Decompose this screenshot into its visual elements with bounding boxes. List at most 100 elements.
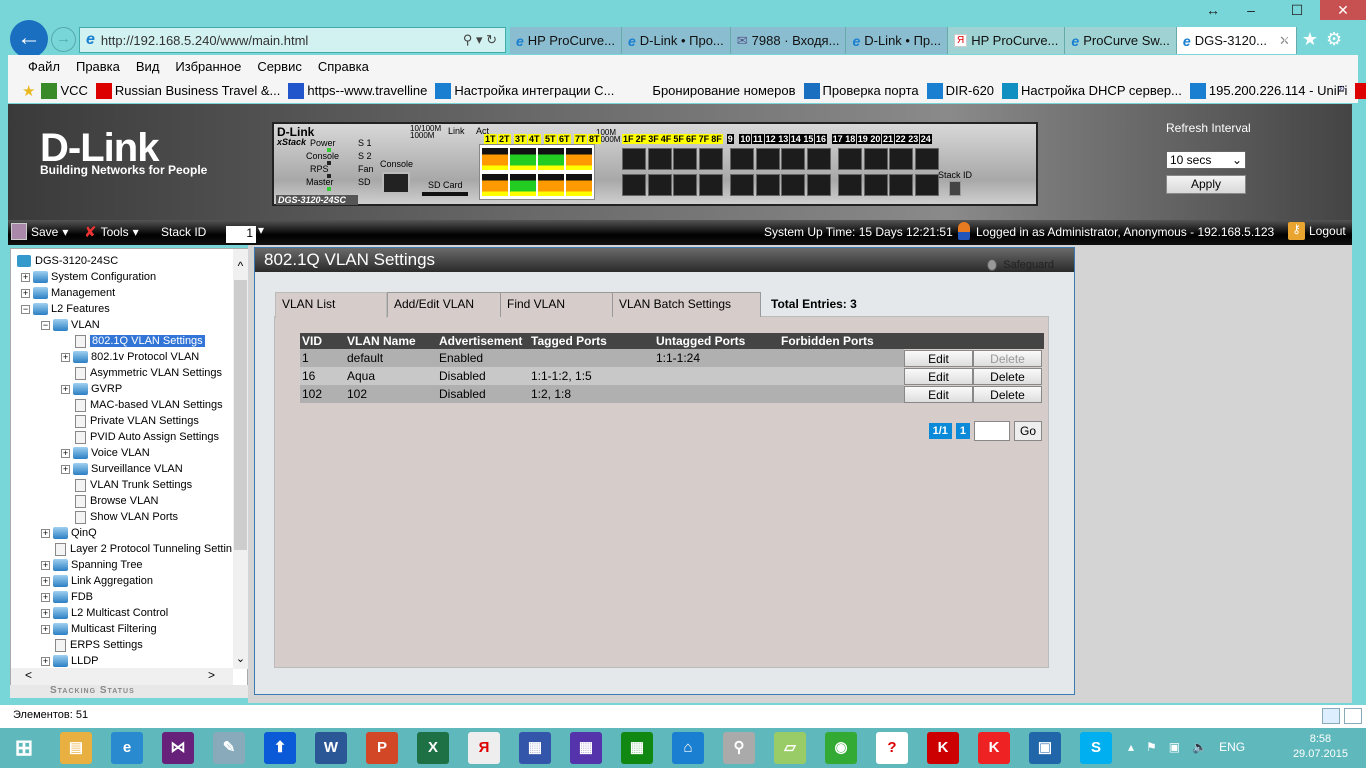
favorites-star-icon[interactable]: ★ — [22, 82, 35, 100]
tree-item[interactable]: Show VLAN Ports — [73, 509, 178, 525]
tree-item[interactable]: Multicast Filtering — [53, 621, 157, 637]
tree-expander-icon[interactable]: + — [41, 577, 50, 586]
tree-expander-icon[interactable]: + — [61, 449, 70, 458]
start-button[interactable]: ⊞ — [8, 732, 40, 764]
tree-item[interactable]: Spanning Tree — [53, 557, 143, 573]
kaspersky-2-taskbar-icon[interactable]: K — [978, 732, 1010, 764]
apply-button[interactable]: Apply — [1166, 175, 1246, 194]
menu-item[interactable]: Сервис — [257, 59, 302, 74]
scroll-right-arrow[interactable]: > — [208, 668, 215, 682]
menu-item[interactable]: Правка — [76, 59, 120, 74]
remote-taskbar-icon[interactable]: ▦ — [519, 732, 551, 764]
tree-expander-icon[interactable]: + — [41, 529, 50, 538]
favorite-link[interactable]: Настройка интеграции С... — [435, 82, 614, 99]
tree-item[interactable]: FDB — [53, 589, 93, 605]
calendar-taskbar-icon[interactable]: ▦ — [570, 732, 602, 764]
tab-find-vlan[interactable]: Find VLAN — [500, 292, 613, 317]
tree-item[interactable]: Browse VLAN — [73, 493, 158, 509]
tree-expander-icon[interactable]: + — [41, 625, 50, 634]
menu-item[interactable]: Справка — [318, 59, 369, 74]
network-icon[interactable]: ▣ — [1169, 740, 1180, 754]
tree-expander-icon[interactable]: + — [61, 465, 70, 474]
tree-expander-icon[interactable]: + — [21, 289, 30, 298]
word-taskbar-icon[interactable]: W — [315, 732, 347, 764]
favorite-link[interactable]: Проверка порта — [803, 82, 919, 99]
menu-item[interactable]: Избранное — [175, 59, 241, 74]
language-indicator[interactable]: ENG — [1219, 740, 1245, 754]
stack-id-dropdown-icon[interactable]: ▾ — [258, 223, 264, 237]
refresh-interval-select[interactable]: 10 secs ⌄ — [1166, 151, 1246, 169]
excel-taskbar-icon[interactable]: X — [417, 732, 449, 764]
kaspersky-taskbar-icon[interactable]: K — [927, 732, 959, 764]
tree-item[interactable]: ERPS Settings — [53, 637, 143, 653]
tree-item[interactable]: L2 Multicast Control — [53, 605, 168, 621]
favorite-link[interactable]: Бронирование номеров — [652, 83, 795, 98]
close-button[interactable]: ✕ — [1320, 0, 1366, 20]
search-refresh-icons[interactable]: ⚲ ▾ ↻ — [463, 32, 497, 48]
explorer-taskbar-icon[interactable]: ▤ — [60, 732, 92, 764]
edit-button[interactable]: Edit — [904, 385, 973, 403]
tree-item[interactable]: 802.1v Protocol VLAN — [73, 349, 199, 365]
tab-add-edit-vlan[interactable]: Add/Edit VLAN — [387, 292, 501, 317]
scroll-up-arrow[interactable]: ^ — [233, 259, 248, 273]
skype-taskbar-icon[interactable]: S — [1080, 732, 1112, 764]
favorite-link[interactable]: VCC — [41, 82, 88, 99]
tree-expander-icon[interactable]: + — [61, 385, 70, 394]
save-menu[interactable]: Save ▾ — [11, 223, 68, 240]
favorite-link[interactable]: 195.200.226.114 - UniFi — [1189, 82, 1347, 99]
tree-item[interactable]: QinQ — [53, 525, 97, 541]
tools-menu[interactable]: ✘ Tools ▾ — [84, 223, 139, 241]
calculator-taskbar-icon[interactable]: ▦ — [621, 732, 653, 764]
search-tool-taskbar-icon[interactable]: ⚲ — [723, 732, 755, 764]
favorite-link[interactable]: Настройка DHCP сервер... — [1002, 82, 1182, 99]
tree-item[interactable]: Layer 2 Protocol Tunneling Settin — [53, 541, 232, 557]
browser-tab[interactable]: Я HP ProCurve... — [947, 27, 1066, 54]
tree-expander-icon[interactable]: + — [21, 273, 30, 282]
stack-id-input[interactable]: 1 — [226, 226, 256, 243]
tree-expander-icon[interactable]: + — [41, 657, 50, 666]
tree-expander-icon[interactable]: − — [41, 321, 50, 330]
browser-tab[interactable]: ✉ 7988 · Входя... — [730, 27, 847, 54]
edit-button[interactable]: Edit — [904, 367, 973, 385]
tree-expander-icon[interactable]: + — [61, 353, 70, 362]
scroll-left-arrow[interactable]: < — [25, 668, 32, 682]
tree-expander-icon[interactable]: + — [41, 609, 50, 618]
tree-item[interactable]: Management — [33, 285, 115, 301]
tree-item[interactable]: DGS-3120-24SC — [17, 253, 118, 269]
gear-icon[interactable]: ⚙ — [1326, 29, 1342, 50]
browser-tab[interactable]: e ProCurve Sw... — [1065, 27, 1177, 54]
edit-button[interactable]: Edit — [904, 349, 973, 367]
maximize-button[interactable]: ☐ — [1274, 0, 1320, 20]
tree-item[interactable]: Link Aggregation — [53, 573, 153, 589]
tree-item[interactable]: Asymmetric VLAN Settings — [73, 365, 222, 381]
tree-expander-icon[interactable]: + — [41, 561, 50, 570]
tree-expander-icon[interactable]: − — [21, 305, 30, 314]
tree-item[interactable]: LLDP — [53, 653, 99, 669]
tree-item[interactable]: L2 Features — [33, 301, 110, 317]
browser-tab[interactable]: e HP ProCurve... — [510, 27, 622, 54]
action-center-icon[interactable]: ⚑ — [1146, 740, 1157, 754]
tray-expand-icon[interactable]: ▴ — [1128, 740, 1134, 754]
favorites-star-icon[interactable]: ★ — [1302, 29, 1318, 50]
page-input[interactable] — [974, 421, 1010, 441]
back-button[interactable]: ← — [10, 20, 48, 58]
menu-item[interactable]: Вид — [136, 59, 160, 74]
tree-item[interactable]: PVID Auto Assign Settings — [73, 429, 219, 445]
powerpoint-taskbar-icon[interactable]: P — [366, 732, 398, 764]
tree-item[interactable]: System Configuration — [33, 269, 156, 285]
tree-item[interactable]: VLAN — [53, 317, 100, 333]
tree-item[interactable]: Private VLAN Settings — [73, 413, 199, 429]
tree-scroll-thumb[interactable] — [234, 280, 247, 550]
favorite-link[interactable]: Яндекс — [1355, 82, 1366, 99]
minimize-button[interactable]: – — [1228, 0, 1274, 20]
folders-taskbar-icon[interactable]: ▱ — [774, 732, 806, 764]
favorites-more-chevron[interactable]: » — [1338, 80, 1345, 95]
home-icon[interactable]: ⌂ — [1283, 29, 1294, 50]
yandex-taskbar-icon[interactable]: Я — [468, 732, 500, 764]
page-link[interactable]: 1 — [955, 423, 970, 439]
notepad-taskbar-icon[interactable]: ✎ — [213, 732, 245, 764]
browser-tab[interactable]: e DGS-3120... ✕ — [1176, 27, 1297, 54]
forward-button[interactable]: → — [51, 27, 76, 52]
volume-icon[interactable]: 🔈 — [1192, 740, 1207, 754]
menu-item[interactable]: Файл — [28, 59, 60, 74]
